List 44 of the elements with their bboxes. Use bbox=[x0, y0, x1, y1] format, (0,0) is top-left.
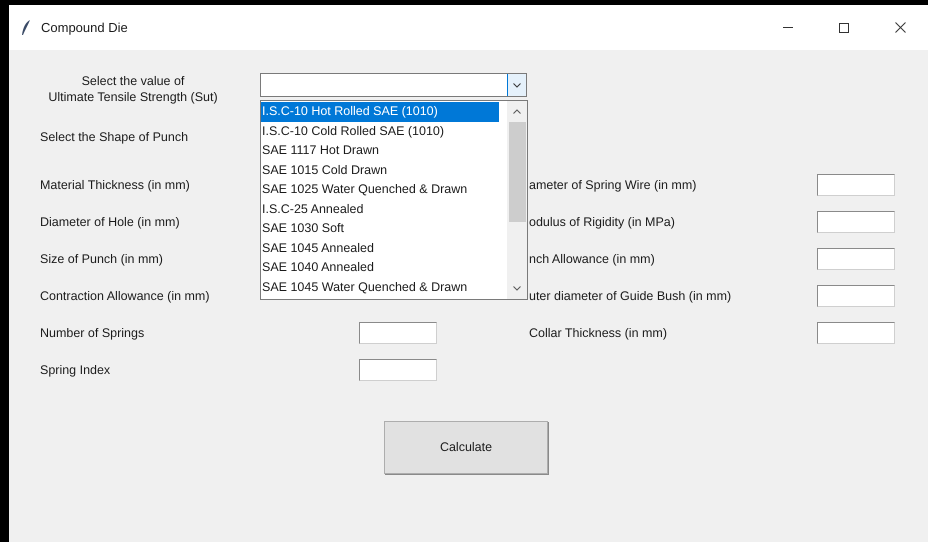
field-label: Select the value of bbox=[82, 73, 184, 89]
field-label: uter diameter of Guide Bush (in mm) bbox=[529, 288, 732, 303]
dropdown-option[interactable]: SAE 1045 Water Quenched & Drawn bbox=[261, 278, 507, 297]
field-label: Ultimate Tensile Strength (Sut) bbox=[48, 89, 218, 105]
close-icon bbox=[894, 22, 906, 33]
field-label: odulus of Rigidity (in MPa) bbox=[529, 214, 675, 229]
field-label: Number of Springs bbox=[40, 326, 144, 340]
field-label: Spring Index bbox=[40, 362, 110, 377]
dropdown-option[interactable]: SAE 1117 Hot Drawn bbox=[261, 141, 507, 160]
field-label: Select the Shape of Punch bbox=[40, 128, 188, 146]
dropdown-option[interactable]: SAE 1030 Soft bbox=[261, 219, 507, 238]
chevron-down-icon[interactable] bbox=[513, 286, 521, 291]
field-label: Size of Punch (in mm) bbox=[40, 252, 163, 266]
feather-icon bbox=[21, 20, 31, 36]
dropdown-option[interactable]: SAE 1040 Annealed bbox=[261, 258, 507, 278]
dropdown-button[interactable] bbox=[507, 74, 526, 96]
input-field[interactable] bbox=[817, 174, 895, 196]
minimize-icon bbox=[783, 27, 793, 28]
input-field[interactable] bbox=[817, 285, 895, 307]
input-field[interactable] bbox=[817, 322, 895, 344]
input-field[interactable] bbox=[817, 211, 895, 233]
field-label: Diameter of Hole (in mm) bbox=[40, 214, 180, 229]
scrollbar[interactable] bbox=[507, 101, 527, 299]
input-field[interactable] bbox=[359, 359, 437, 381]
window-title: Compound Die bbox=[41, 18, 128, 37]
chevron-up-icon[interactable] bbox=[513, 109, 521, 114]
dropdown-option[interactable]: I.S.C-25 Annealed bbox=[261, 200, 507, 219]
dropdown-option[interactable]: SAE 1045 Annealed bbox=[261, 238, 507, 258]
field-label: Contraction Allowance (in mm) bbox=[40, 288, 210, 303]
dropdown-option[interactable]: SAE 1015 Cold Drawn bbox=[261, 160, 507, 180]
field-label: ameter of Spring Wire (in mm) bbox=[529, 178, 696, 192]
calculate-button[interactable]: Calculate bbox=[384, 421, 548, 474]
dropdown-option[interactable]: I.S.C-10 Hot Rolled SAE (1010) bbox=[261, 102, 499, 122]
field-label: Collar Thickness (in mm) bbox=[529, 326, 667, 340]
scrollbar-thumb[interactable] bbox=[508, 122, 526, 222]
material-combobox[interactable] bbox=[260, 73, 527, 97]
dropdown-option[interactable]: I.S.C-10 Cold Rolled SAE (1010) bbox=[261, 122, 507, 141]
field-label: nch Allowance (in mm) bbox=[529, 252, 655, 266]
dropdown-option[interactable]: SAE 1025 Water Quenched & Drawn bbox=[261, 180, 507, 200]
input-field[interactable] bbox=[817, 248, 895, 270]
input-field[interactable] bbox=[359, 322, 437, 344]
chevron-down-icon bbox=[513, 82, 521, 88]
field-label: Material Thickness (in mm) bbox=[40, 178, 190, 192]
maximize-icon bbox=[839, 22, 849, 32]
